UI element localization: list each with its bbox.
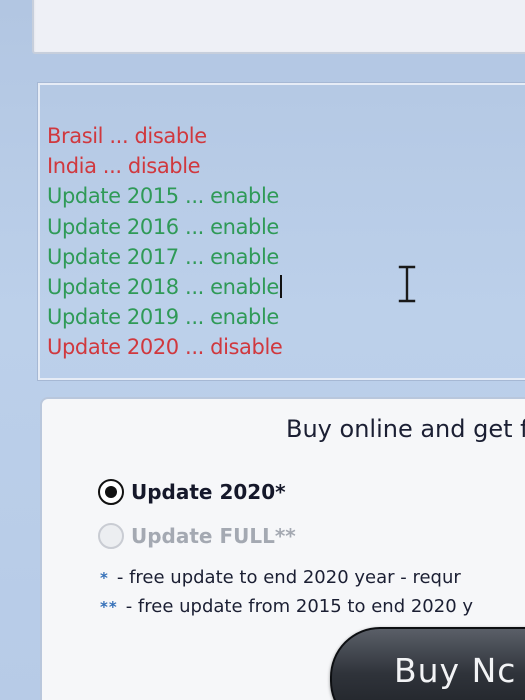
footnote-text: - free update from 2015 to end 2020 y	[125, 596, 474, 617]
radio-checked-icon[interactable]	[98, 479, 124, 505]
purchase-panel: Buy online and get f Update 2020* Update…	[40, 397, 525, 700]
i-beam-cursor-icon	[398, 265, 416, 303]
footnote-text: - free update to end 2020 year - requr	[116, 567, 461, 588]
option-label: Update FULL**	[131, 524, 296, 548]
installer-window: Brasil ... disable India ... disable Upd…	[0, 0, 525, 700]
log-line-text: Update 2018 ... enable	[47, 275, 279, 300]
log-line-active: Update 2018 ... enable	[47, 272, 282, 302]
buy-now-button[interactable]: Buy Nc	[330, 627, 525, 700]
text-field[interactable]	[32, 0, 525, 54]
option-update-full[interactable]: Update FULL**	[98, 523, 296, 549]
buy-button-label: Buy Nc	[394, 651, 517, 690]
option-update-2020[interactable]: Update 2020*	[98, 479, 286, 505]
text-caret	[279, 275, 282, 299]
log-line: Update 2017 ... enable	[47, 244, 279, 269]
footnote-single-asterisk: * - free update to end 2020 year - requr	[100, 567, 461, 588]
log-line: India ... disable	[47, 154, 201, 179]
log-line: Update 2019 ... enable	[47, 305, 279, 330]
log-line: Update 2015 ... enable	[47, 184, 279, 209]
update-log-panel[interactable]: Brasil ... disable India ... disable Upd…	[38, 83, 525, 380]
log-line: Update 2020 ... disable	[47, 335, 283, 360]
update-log-text: Brasil ... disable India ... disable Upd…	[47, 121, 283, 363]
purchase-heading: Buy online and get f	[286, 415, 525, 443]
asterisk-mark: **	[100, 597, 118, 616]
footnote-double-asterisk: ** - free update from 2015 to end 2020 y	[100, 596, 473, 617]
radio-unchecked-icon[interactable]	[98, 523, 124, 549]
asterisk-mark: *	[100, 568, 109, 587]
log-line: Update 2016 ... enable	[47, 214, 279, 239]
option-label: Update 2020*	[131, 480, 286, 504]
log-line: Brasil ... disable	[47, 124, 207, 148]
